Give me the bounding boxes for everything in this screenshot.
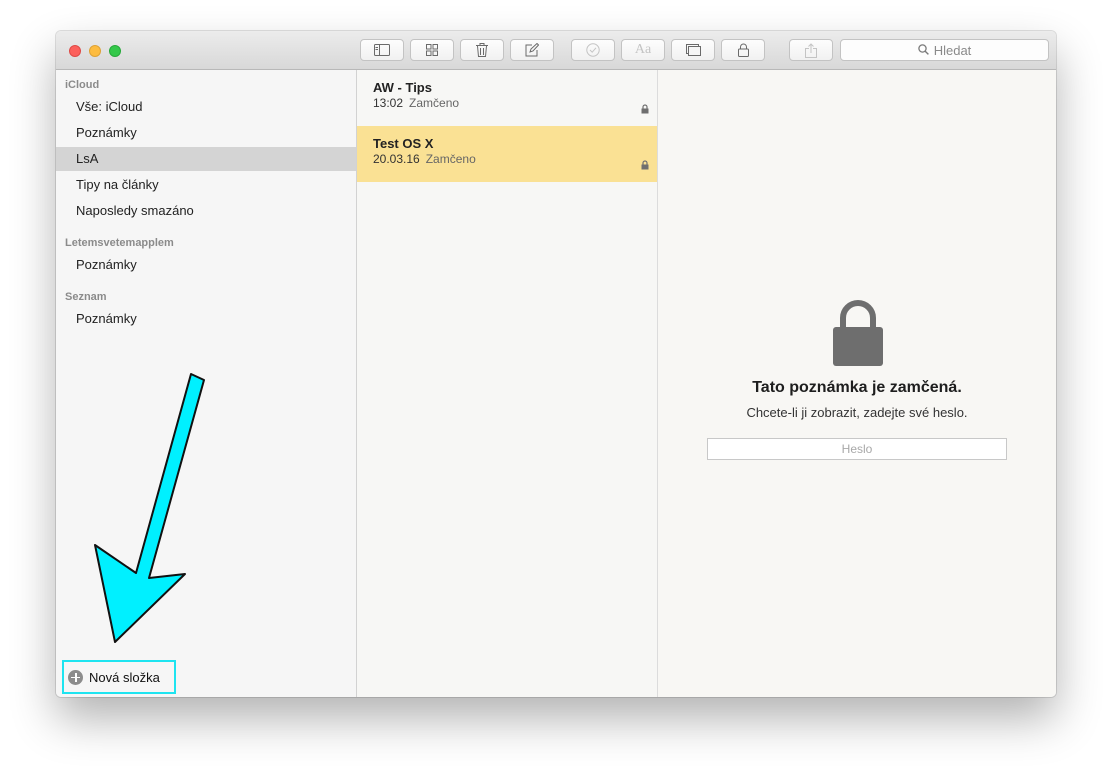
section-header-letemsvetemapplem: Letemsvetemapplem <box>65 237 174 249</box>
sidebar-item-poznamky-letemsvetemapplem[interactable]: Poznámky <box>56 253 356 277</box>
new-folder-label: Nová složka <box>89 669 160 685</box>
checklist-button[interactable] <box>571 39 615 61</box>
share-button[interactable] <box>789 39 833 61</box>
locked-note-title: Tato poznámka je zamčená. <box>752 379 962 396</box>
sidebar-item-naposledy-smazano[interactable]: Naposledy smazáno <box>56 199 356 223</box>
minimize-window-button[interactable] <box>89 45 101 57</box>
small-lock-icon <box>641 157 649 175</box>
section-header-seznam: Seznam <box>65 291 107 303</box>
close-window-button[interactable] <box>69 45 81 57</box>
media-icon <box>685 44 701 56</box>
lock-note-button[interactable] <box>721 39 765 61</box>
grid-icon <box>426 44 438 56</box>
notes-list: AW - Tips 13:02 Zamčeno Test OS X 20.03.1… <box>357 70 658 697</box>
zoom-window-button[interactable] <box>109 45 121 57</box>
titlebar: Aa Hledat <box>56 31 1056 70</box>
note-list-item[interactable]: AW - Tips 13:02 Zamčeno <box>357 70 657 126</box>
note-list-item-selected[interactable]: Test OS X 20.03.16 Zamčeno <box>357 126 657 182</box>
lock-icon <box>737 43 749 57</box>
note-status: Zamčeno <box>425 152 476 166</box>
add-media-button[interactable] <box>671 39 715 61</box>
large-lock-icon <box>832 299 884 372</box>
new-folder-button[interactable]: Nová složka <box>62 660 176 694</box>
compose-icon <box>525 43 539 57</box>
sidebar-toggle-icon <box>374 44 390 56</box>
new-note-button[interactable] <box>510 39 554 61</box>
note-detail-pane: Tato poznámka je zamčená. Chcete-li ji z… <box>658 70 1056 697</box>
sidebar-item-tipy-na-clanky[interactable]: Tipy na články <box>56 173 356 197</box>
note-meta: 20.03.16 Zamčeno <box>373 152 641 166</box>
note-time: 20.03.16 <box>373 152 420 166</box>
attachments-browser-button[interactable] <box>410 39 454 61</box>
sidebar-item-vse-icloud[interactable]: Vše: iCloud <box>56 95 356 119</box>
trash-icon <box>476 43 488 57</box>
note-title: Test OS X <box>373 136 434 151</box>
password-field[interactable] <box>707 438 1007 460</box>
sidebar-item-poznamky[interactable]: Poznámky <box>56 121 356 145</box>
format-icon: Aa <box>634 42 652 57</box>
note-meta: 13:02 Zamčeno <box>373 96 641 110</box>
delete-note-button[interactable] <box>460 39 504 61</box>
format-button[interactable]: Aa <box>621 39 665 61</box>
locked-note-subtitle: Chcete-li ji zobrazit, zadejte své heslo… <box>746 405 968 420</box>
note-time: 13:02 <box>373 96 404 110</box>
small-lock-icon <box>641 101 649 119</box>
note-status: Zamčeno <box>409 96 460 110</box>
sidebar-item-poznamky-seznam[interactable]: Poznámky <box>56 307 356 331</box>
toggle-sidebar-button[interactable] <box>360 39 404 61</box>
search-placeholder: Hledat <box>933 42 972 58</box>
share-icon <box>805 42 817 58</box>
plus-circle-icon <box>68 669 83 685</box>
sidebar-item-lsa[interactable]: LsA <box>56 147 356 171</box>
search-icon <box>917 43 929 58</box>
note-title: AW - Tips <box>373 80 432 95</box>
section-header-icloud: iCloud <box>65 79 100 91</box>
folders-sidebar: iCloud Vše: iCloud Poznámky LsA Tipy na … <box>56 70 357 697</box>
notes-window: Aa Hledat iCloud Vše: iCloud Poznámky Ls… <box>56 31 1056 697</box>
search-field[interactable]: Hledat <box>840 39 1049 61</box>
checklist-icon <box>586 43 600 57</box>
